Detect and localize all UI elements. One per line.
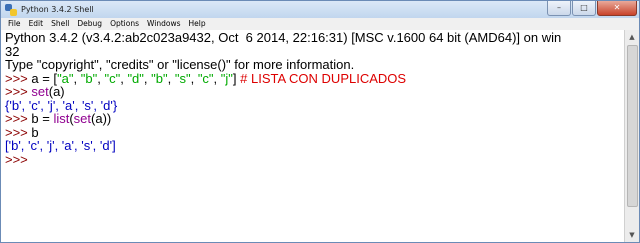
string-literal: "s" [174, 70, 191, 86]
separator: , [73, 70, 81, 86]
title-bar[interactable]: Python 3.4.2 Shell – □ ✕ [1, 1, 639, 18]
string-literal: "d" [127, 70, 144, 86]
menu-options[interactable]: Options [106, 18, 143, 30]
string-literal: "c" [104, 70, 121, 86]
menu-debug[interactable]: Debug [73, 18, 106, 30]
menu-edit[interactable]: Edit [25, 18, 48, 30]
prompt: >>> [5, 151, 32, 167]
separator: , [213, 70, 221, 86]
shell-text-area[interactable]: Python 3.4.2 (v3.4.2:ab2c023a9432, Oct 6… [5, 31, 625, 239]
output-line: ['b', 'c', 'j', 'a', 's', 'd'] [5, 138, 116, 153]
prompt: >>> [5, 84, 32, 99]
string-literal: "b" [80, 70, 98, 86]
input-line: >>> b [5, 125, 625, 140]
vertical-scrollbar[interactable]: ▲ ▼ [624, 30, 639, 242]
code-comment: # LISTA CON DUPLICADOS [240, 70, 407, 86]
string-literal: "b" [151, 70, 168, 86]
close-button[interactable]: ✕ [597, 1, 637, 16]
input-line: >>> b = list(set(a)) [5, 112, 625, 126]
separator: , [190, 70, 198, 86]
python-shell-window: Python 3.4.2 Shell – □ ✕ File Edit Shell… [0, 0, 640, 243]
builtin-name: list [53, 111, 70, 126]
menu-file[interactable]: File [1, 18, 25, 30]
python-logo-icon [5, 3, 17, 16]
string-literal: "j" [220, 70, 233, 86]
separator: , [167, 70, 175, 86]
banner-line: Python 3.4.2 (v3.4.2:ab2c023a9432, Oct 6… [5, 31, 562, 45]
code-text: (a) [48, 84, 65, 99]
minimize-button[interactable]: – [547, 1, 571, 16]
input-line[interactable]: >>> [5, 151, 625, 167]
maximize-button[interactable]: □ [572, 1, 596, 16]
banner-line: 32 [5, 43, 20, 59]
menu-shell[interactable]: Shell [47, 18, 73, 30]
scroll-down-icon[interactable]: ▼ [626, 229, 638, 241]
output-line: {'b', 'c', 'j', 'a', 's', 'd'} [5, 97, 118, 113]
builtin-name: set [31, 84, 49, 99]
scrollbar-thumb[interactable] [627, 45, 638, 207]
builtin-name: set [73, 111, 92, 126]
menu-help[interactable]: Help [185, 18, 210, 30]
menu-bar: File Edit Shell Debug Options Windows He… [1, 18, 639, 30]
input-line: >>> a = ["a", "b", "c", "d", "b", "s", "… [5, 70, 625, 86]
banner-line: Type "copyright", "credits" or "license(… [5, 57, 355, 72]
window-controls: – □ ✕ [546, 1, 637, 17]
window-title: Python 3.4.2 Shell [21, 5, 94, 14]
menu-windows[interactable]: Windows [143, 18, 184, 30]
code-text: (a)) [91, 111, 112, 126]
input-line: >>> set(a) [5, 85, 625, 99]
scroll-up-icon[interactable]: ▲ [626, 31, 638, 43]
string-literal: "c" [197, 70, 214, 86]
